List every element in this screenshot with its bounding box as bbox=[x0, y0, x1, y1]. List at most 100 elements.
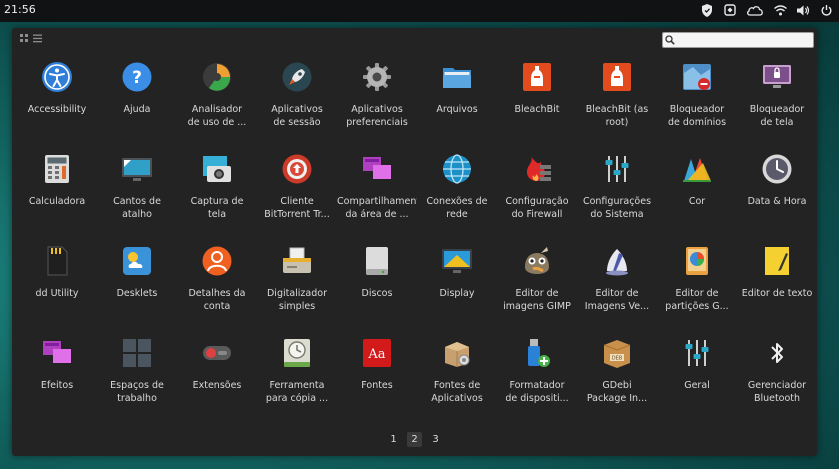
app-label: Aplicativos de sessão bbox=[271, 104, 323, 128]
app-label: Digitalizador simples bbox=[266, 288, 327, 312]
app-label: Conexões de rede bbox=[426, 196, 488, 220]
pagination: 123 bbox=[12, 432, 817, 447]
app-launcher-item[interactable]: Data & Hora bbox=[737, 150, 817, 242]
app-label: Cliente BitTorrent Tr... bbox=[264, 196, 330, 220]
screenshot-icon bbox=[200, 152, 234, 186]
app-label: Editor de texto bbox=[741, 288, 813, 299]
app-launcher-item[interactable]: Discos bbox=[337, 242, 417, 334]
app-label: Accessibility bbox=[27, 104, 87, 115]
page-button-2[interactable]: 2 bbox=[407, 432, 422, 447]
app-label: Display bbox=[439, 288, 475, 299]
grid-view-icon[interactable] bbox=[20, 34, 29, 43]
rocket-icon bbox=[280, 60, 314, 94]
app-launcher-item[interactable]: Efeitos bbox=[17, 334, 97, 426]
app-label: Formatador de dispositi... bbox=[505, 380, 569, 404]
app-launcher-item[interactable]: Formatador de dispositi... bbox=[497, 334, 577, 426]
app-launcher-item[interactable]: Analisador de uso de ... bbox=[177, 58, 257, 150]
app-launcher-item[interactable]: dd Utility bbox=[17, 242, 97, 334]
volume-icon[interactable] bbox=[796, 2, 810, 18]
app-label: Arquivos bbox=[436, 104, 478, 115]
list-view-icon[interactable] bbox=[33, 34, 42, 43]
application-menu: Accessibility ? Ajuda Analisador de uso de … bbox=[12, 28, 817, 456]
app-label: Aplicativos preferenciais bbox=[346, 104, 408, 128]
app-launcher-item[interactable]: Cor bbox=[657, 150, 737, 242]
app-label: Configuração do Firewall bbox=[505, 196, 569, 220]
app-launcher-item[interactable]: Detalhes da conta bbox=[177, 242, 257, 334]
app-label: dd Utility bbox=[35, 288, 79, 299]
disk-icon bbox=[360, 244, 394, 278]
svg-text:DEB: DEB bbox=[612, 356, 623, 362]
gimp-icon bbox=[520, 244, 554, 278]
app-label: Bloqueador de tela bbox=[749, 104, 805, 128]
app-label: Editor de imagens GIMP bbox=[503, 288, 571, 312]
folder-icon bbox=[440, 60, 474, 94]
app-label: Fontes de Aplicativos bbox=[431, 380, 483, 404]
app-launcher-item[interactable]: Conexões de rede bbox=[417, 150, 497, 242]
display-icon bbox=[440, 244, 474, 278]
app-launcher-item[interactable]: Bloqueador de tela bbox=[737, 58, 817, 150]
gear-icon bbox=[360, 60, 394, 94]
general-sliders-icon bbox=[680, 336, 714, 370]
app-launcher-item[interactable]: Calculadora bbox=[17, 150, 97, 242]
app-launcher-item[interactable]: Configurações do Sistema bbox=[577, 150, 657, 242]
page-button-3[interactable]: 3 bbox=[428, 432, 443, 447]
app-launcher-item[interactable]: Aplicativos de sessão bbox=[257, 58, 337, 150]
app-launcher-item[interactable]: Captura de tela bbox=[177, 150, 257, 242]
fonts-icon: Aa bbox=[360, 336, 394, 370]
search-input[interactable] bbox=[677, 34, 801, 46]
firewall-icon bbox=[520, 152, 554, 186]
disk-usage-icon bbox=[200, 60, 234, 94]
search-icon bbox=[663, 33, 677, 47]
app-launcher-item[interactable]: Cantos de atalho bbox=[97, 150, 177, 242]
app-launcher-item[interactable]: Aplicativos preferenciais bbox=[337, 58, 417, 150]
app-launcher-item[interactable]: Editor de imagens GIMP bbox=[497, 242, 577, 334]
app-launcher-item[interactable]: Accessibility bbox=[17, 58, 97, 150]
app-launcher-item[interactable]: Editor de Imagens Ve... bbox=[577, 242, 657, 334]
app-launcher-item[interactable]: BleachBit bbox=[497, 58, 577, 150]
page-button-1[interactable]: 1 bbox=[386, 432, 401, 447]
app-launcher-item[interactable]: BleachBit (as root) bbox=[577, 58, 657, 150]
app-launcher-item[interactable]: Desklets bbox=[97, 242, 177, 334]
app-launcher-item[interactable]: Espaços de trabalho bbox=[97, 334, 177, 426]
app-label: Cor bbox=[688, 196, 706, 207]
app-launcher-item[interactable]: Ferramenta para cópia ... bbox=[257, 334, 337, 426]
cloud-icon[interactable] bbox=[746, 2, 764, 18]
clock-icon bbox=[760, 152, 794, 186]
shield-icon[interactable] bbox=[700, 2, 714, 18]
wifi-icon[interactable] bbox=[773, 2, 787, 18]
app-launcher-item[interactable]: Arquivos bbox=[417, 58, 497, 150]
app-launcher-item[interactable]: Extensões bbox=[177, 334, 257, 426]
view-toggle bbox=[20, 34, 42, 43]
app-launcher-item[interactable]: Aa Fontes bbox=[337, 334, 417, 426]
vector-editor-icon bbox=[600, 244, 634, 278]
app-launcher-item[interactable]: DEB GDebi Package In... bbox=[577, 334, 657, 426]
app-launcher-item[interactable]: Bloqueador de domínios bbox=[657, 58, 737, 150]
search-box[interactable] bbox=[662, 32, 814, 48]
app-launcher-item[interactable]: Editor de texto bbox=[737, 242, 817, 334]
panel-clock[interactable]: 21:56 bbox=[4, 3, 36, 16]
app-launcher-item[interactable]: Configuração do Firewall bbox=[497, 150, 577, 242]
app-label: Editor de Imagens Ve... bbox=[584, 288, 650, 312]
network-manager-icon[interactable] bbox=[723, 2, 737, 18]
sd-card-icon bbox=[40, 244, 74, 278]
hot-corners-icon bbox=[120, 152, 154, 186]
torrent-icon bbox=[280, 152, 314, 186]
app-launcher-item[interactable]: Editor de partições G... bbox=[657, 242, 737, 334]
app-label: Analisador de uso de ... bbox=[187, 104, 247, 128]
app-launcher-item[interactable]: ? Ajuda bbox=[97, 58, 177, 150]
app-launcher-item[interactable]: Geral bbox=[657, 334, 737, 426]
accessibility-icon bbox=[40, 60, 74, 94]
app-launcher-item[interactable]: Fontes de Aplicativos bbox=[417, 334, 497, 426]
app-launcher-item[interactable]: Gerenciador Bluetooth bbox=[737, 334, 817, 426]
app-launcher-item[interactable]: Compartilhamento da área de ... bbox=[337, 150, 417, 242]
effects-icon bbox=[40, 336, 74, 370]
app-launcher-item[interactable]: Digitalizador simples bbox=[257, 242, 337, 334]
app-launcher-item[interactable]: Display bbox=[417, 242, 497, 334]
app-label: Efeitos bbox=[40, 380, 74, 391]
scanner-icon bbox=[280, 244, 314, 278]
app-label: Extensões bbox=[192, 380, 242, 391]
app-launcher-item[interactable]: Cliente BitTorrent Tr... bbox=[257, 150, 337, 242]
usb-formatter-icon bbox=[520, 336, 554, 370]
app-label: Espaços de trabalho bbox=[110, 380, 164, 404]
power-icon[interactable] bbox=[819, 2, 833, 18]
